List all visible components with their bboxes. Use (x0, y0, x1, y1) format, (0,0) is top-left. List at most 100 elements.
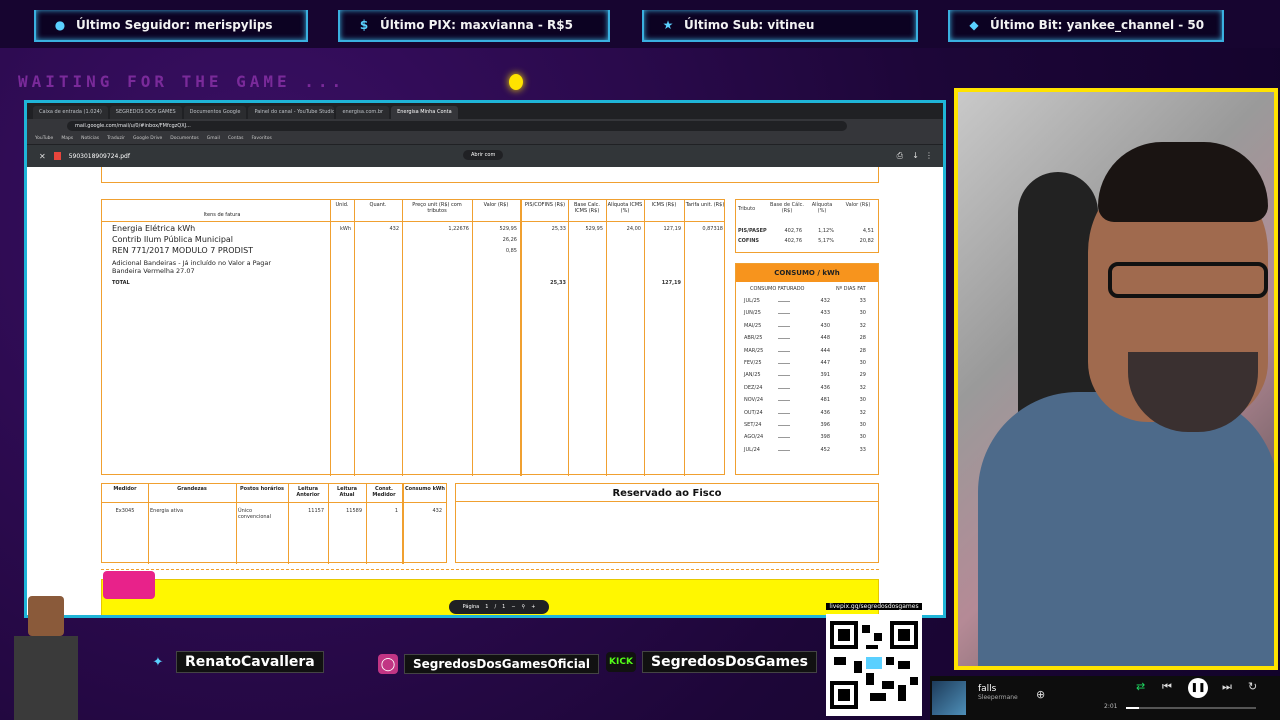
consumo-month: ABR/25 (744, 335, 763, 342)
consumo-days: 30 (859, 360, 866, 366)
col-divider (644, 200, 645, 476)
consumo-bar (778, 313, 790, 315)
browser-tab[interactable]: SEGREDOS DOS GAMES (109, 106, 182, 119)
consumo-month: NOV/24 (744, 397, 764, 404)
bookmark-item[interactable]: Documentos (170, 136, 198, 141)
consumo-month: JAN/25 (744, 372, 761, 379)
music-player: falls Sleepermane ⊕ ⇄ ⏮ ❚❚ ⏭ ↻ 2:01 (930, 676, 1280, 720)
pdf-file-icon (53, 152, 61, 160)
item-line: Adicional Bandeiras - Já incluído no Val… (112, 259, 272, 267)
tributo-base: 402,76 (784, 228, 803, 234)
pdf-filename: 5903018909724.pdf (68, 152, 130, 160)
twitter-icon: ✦ (152, 654, 164, 670)
header-aliq: Alíquota ICMS (%) (607, 202, 643, 214)
cell-aliq: 24,00 (626, 226, 641, 232)
bookmark-item[interactable]: Notícias (81, 136, 99, 141)
fisco-title: Reservado ao Fisco (456, 484, 878, 502)
url-input[interactable]: mail.google.com/mail/u/0/#inbox/FMfcgzQX… (67, 121, 847, 131)
social-twitter: ✦ RenatoCavallera (146, 650, 324, 674)
header-unid: Unid. (335, 202, 349, 208)
album-cover (932, 681, 966, 715)
browser-tab[interactable]: energisa.com.br (336, 106, 390, 119)
bookmark-item[interactable]: Maps (61, 136, 73, 141)
alert-last-pix: $ Último PIX: maxvianna - R$5 (338, 10, 610, 42)
zoom-in-icon[interactable]: + (531, 604, 535, 610)
consumo-value: 396 (820, 422, 830, 428)
avatar-head (28, 596, 64, 636)
pdf-page: Itens de fatura Unid. Quant. Preço unit … (37, 167, 943, 615)
tributo-table: Tributo Base de Cálc. (R$) Alíquota (%) … (735, 199, 879, 253)
track-progress[interactable] (1126, 707, 1256, 709)
consumo-days: 30 (859, 434, 866, 441)
pdf-pager[interactable]: Página 1 / 1 − ⚲ + (449, 600, 549, 614)
social-instagram: ◯ SegredosDosGamesOficial (378, 652, 600, 676)
consumo-days: 32 (859, 384, 866, 391)
consumo-bar (778, 350, 790, 352)
col-divider (288, 484, 289, 564)
social-kick: KICK SegredosDosGames (606, 650, 817, 674)
bookmark-item[interactable]: Google Drive (133, 136, 162, 141)
webcam-glasses (1108, 262, 1268, 298)
shuffle-icon[interactable]: ⇄ (1136, 680, 1145, 693)
bookmark-item[interactable]: Favoritos (251, 136, 271, 141)
alert-label: Último PIX: maxvianna - R$5 (380, 18, 573, 32)
pager-total: 1 (502, 604, 506, 610)
browser-tab-active[interactable]: Energisa Minha Conta (391, 106, 458, 119)
tributo-aliq: 5,17% (818, 238, 834, 244)
consumo-days: 30 (859, 397, 866, 404)
bill-top-box (101, 167, 879, 183)
browser-tab[interactable]: Painel do canal - YouTube Studio (248, 106, 335, 119)
cell-base: 529,95 (585, 226, 604, 232)
consumo-title: CONSUMO / kWh (736, 264, 878, 282)
zoom-out-icon[interactable]: − (511, 604, 515, 610)
qr-code[interactable] (826, 614, 922, 716)
consumo-month: MAR/25 (744, 347, 764, 354)
medidor-header: Postos horários (239, 486, 285, 492)
qr-label: livepix.gg/segredosdosgames (826, 603, 922, 610)
repeat-icon[interactable]: ↻ (1248, 680, 1257, 693)
close-icon[interactable]: ✕ (39, 152, 46, 161)
consumo-value: 391 (820, 372, 830, 379)
cell-pis-total: 25,33 (550, 280, 566, 286)
medidor-header: Medidor (113, 486, 137, 492)
next-icon[interactable]: ⏭ (1222, 680, 1232, 694)
tributo-header: Alíquota (%) (811, 202, 833, 214)
bookmark-item[interactable]: Gmail (207, 136, 220, 141)
previous-icon[interactable]: ⏮ (1162, 680, 1172, 694)
download-icon[interactable]: ↓ (912, 151, 919, 160)
consumo-days: 30 (859, 422, 866, 428)
bookmark-item[interactable]: Contas (228, 136, 244, 141)
consumo-value: 433 (820, 310, 830, 317)
print-icon[interactable]: ⎙ (897, 151, 903, 161)
pause-button[interactable]: ❚❚ (1188, 678, 1208, 698)
col-divider (354, 200, 355, 476)
bookmark-item[interactable]: Traduzir (107, 136, 125, 141)
bookmark-item[interactable]: YouTube (35, 136, 53, 141)
alert-last-follower: ● Último Seguidor: merispylips (34, 10, 308, 42)
col-divider (402, 200, 403, 476)
medidor-header: Leitura Anterior (296, 486, 320, 498)
consumo-bar (778, 325, 790, 327)
header-icms: ICMS (R$) (651, 202, 677, 208)
consumo-bar (778, 375, 790, 377)
col-divider (568, 200, 569, 476)
browser-tab[interactable]: Caixa de entrada (1.024) (33, 106, 108, 119)
open-with-button[interactable]: Abrir com (463, 150, 504, 160)
medidor-header: Grandezas (177, 486, 207, 492)
consumo-value: 444 (820, 347, 830, 354)
browser-tab[interactable]: Documentos Google (183, 106, 247, 119)
col-divider (366, 484, 367, 564)
more-icon[interactable]: ⋮ (925, 151, 933, 160)
header-valor: Valor (R$) (483, 202, 509, 208)
pager-current[interactable]: 1 (485, 604, 488, 610)
consumo-panel: CONSUMO / kWh CONSUMO FATURADO Nº DIAS F… (735, 263, 879, 475)
track-progress-fill (1126, 707, 1139, 709)
zoom-icon[interactable]: ⚲ (522, 604, 526, 610)
item-line: REN 771/2017 MODULO 7 PRODIST (112, 246, 254, 255)
add-icon[interactable]: ⊕ (1036, 688, 1045, 701)
space-invader-icon (103, 571, 155, 599)
col-divider (402, 484, 404, 564)
header-preco: Preço unit (R$) com tributos (412, 202, 462, 214)
consumo-bar (778, 425, 790, 426)
alert-label: Último Seguidor: merispylips (76, 18, 273, 32)
